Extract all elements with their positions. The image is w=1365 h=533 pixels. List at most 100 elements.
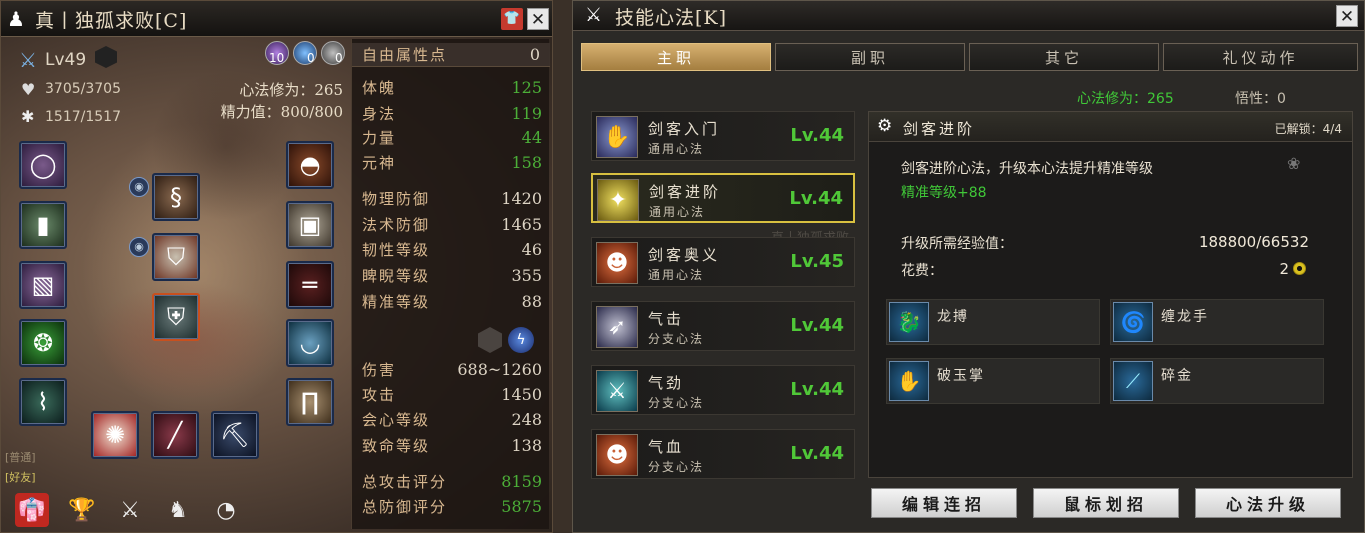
game-scene: ♟ 真丨独孤求败[C] 👕 ✕ ⚔ Lv49 ♥ 3705/3705 ✱ 151…	[0, 0, 1365, 533]
skill-xiulian: 心法修为：265	[1077, 91, 1174, 107]
tab-sub-job[interactable]: 副职	[775, 43, 965, 71]
skill-card-qiji[interactable]: ➶ 气击 分支心法 Lv.44	[591, 301, 855, 351]
equip-slot-pickaxe[interactable]: ⛏	[211, 411, 259, 459]
skill-close-button[interactable]: ✕	[1336, 5, 1358, 27]
stat-label: 会心等级	[362, 410, 431, 429]
mp-value: 1517/1517	[45, 109, 121, 125]
outfit-icon[interactable]: 👕	[501, 8, 523, 30]
stat-value: 688~1260	[457, 359, 542, 379]
skill-window: ⚔ 技能心法[K] ✕ 主职 副职 其它 礼仪动作 心法修为：265 悟性：0 …	[572, 0, 1365, 533]
exp-label: 升级所需经验值：	[901, 236, 1013, 252]
gear-icon: ⚙	[877, 116, 893, 136]
stat-label: 总防御评分	[362, 497, 448, 516]
trophy-icon[interactable]: 🏆	[65, 493, 99, 527]
character-close-button[interactable]: ✕	[527, 8, 549, 30]
xiulian-line: 心法修为：265	[191, 79, 343, 100]
edit-combo-button[interactable]: 编辑连招	[871, 488, 1017, 518]
equip-slot-hat[interactable]: ✺	[91, 411, 139, 459]
skill-level: Lv.44	[790, 443, 844, 464]
mouse-gesture-button[interactable]: 鼠标划招	[1033, 488, 1179, 518]
stat-value: 1420	[501, 188, 542, 208]
skill-type: 通用心法	[649, 205, 706, 219]
stat-value: 1465	[501, 214, 542, 234]
tab-main-job[interactable]: 主职	[581, 43, 771, 71]
skill-titlebar[interactable]: ⚔ 技能心法[K] ✕	[573, 1, 1364, 31]
gray-hex-icon[interactable]	[478, 327, 502, 353]
heart-icon: ♥	[21, 80, 36, 99]
equip-slot-armor[interactable]: ⛨	[152, 293, 200, 341]
free-points-label: 自由属性点	[362, 46, 448, 64]
skill-card-jinjie[interactable]: ✦ 剑客进阶 通用心法 Lv.44	[591, 173, 855, 223]
free-points-row: 自由属性点 0	[352, 43, 550, 67]
skill-detail-panel: ⚙ 剑客进阶 已解锁：4/4 剑客进阶心法，升级本心法提升精准等级 ❀ 精准等级…	[868, 111, 1353, 478]
skill-card-rumen[interactable]: ✋ 剑客入门 通用心法 Lv.44	[591, 111, 855, 161]
move-slot-suijin[interactable]: ⟋ 碎金	[1110, 358, 1324, 404]
skill-level: Lv.44	[790, 379, 844, 400]
skill-name: 气劲	[648, 374, 685, 392]
equipment-tab-icon[interactable]: 👘	[15, 493, 49, 527]
lightning-icon[interactable]: ϟ	[508, 327, 534, 353]
stat-label: 睥睨等级	[362, 266, 431, 285]
warrior-face-skill-icon: ☻	[596, 242, 638, 284]
bracer-icon: ▮	[36, 211, 50, 239]
equip-slot-pants[interactable]: ∏	[286, 378, 334, 426]
pendant-icon: ⌇	[37, 388, 49, 416]
necklace-icon: ◡	[299, 329, 321, 357]
skill-wuxing: 悟性：0	[1235, 91, 1286, 107]
character-titlebar[interactable]: ♟ 真丨独孤求败[C] 👕 ✕	[1, 1, 552, 37]
show-appearance-toggle-1[interactable]: ◉	[129, 177, 149, 197]
timer-icon[interactable]: ◔	[209, 493, 243, 527]
stat-label: 攻击	[362, 385, 397, 404]
skill-name: 气血	[648, 438, 685, 456]
stat-label: 伤害	[362, 360, 397, 379]
equip-slot-jade[interactable]: ❂	[19, 319, 67, 367]
skill-level: Lv.44	[790, 125, 844, 146]
equip-slot-chest[interactable]: ▣	[286, 201, 334, 249]
show-appearance-toggle-2[interactable]: ◉	[129, 237, 149, 257]
equip-slot-bracelet[interactable]: ◯	[19, 141, 67, 189]
whip-icon: §	[170, 183, 182, 211]
equip-slot-belt[interactable]: ═	[286, 261, 334, 309]
skill-card-qijin[interactable]: ⚔ 气劲 分支心法 Lv.44	[591, 365, 855, 415]
equip-slot-necklace[interactable]: ◡	[286, 319, 334, 367]
blood-face-skill-icon: ☻	[596, 434, 638, 476]
stat-row-liliang: 力量 44	[362, 125, 542, 149]
equip-slot-whip[interactable]: §	[152, 173, 200, 221]
equip-slot-bracer[interactable]: ▮	[19, 201, 67, 249]
move-slot-chanlongshou[interactable]: 🌀 缠龙手	[1110, 299, 1324, 345]
equip-slot-sword[interactable]: ╱	[151, 411, 199, 459]
stat-value: 248	[511, 409, 542, 429]
equip-slot-helm[interactable]: ◓	[286, 141, 334, 189]
skill-card-aoyi[interactable]: ☻ 剑客奥义 通用心法 Lv.45	[591, 237, 855, 287]
move-slot-longbo[interactable]: 🐉 龙搏	[886, 299, 1100, 345]
crossed-swords-icon[interactable]: ⚔	[113, 493, 147, 527]
horse-icon[interactable]: ♞	[161, 493, 195, 527]
sword-strike-skill-icon: ⚔	[596, 370, 638, 412]
stat-value: 158	[511, 152, 542, 172]
character-window: ♟ 真丨独孤求败[C] 👕 ✕ ⚔ Lv49 ♥ 3705/3705 ✱ 151…	[0, 0, 553, 533]
stat-row-attack-score: 总攻击评分 8159	[362, 469, 542, 493]
stat-label: 体魄	[362, 78, 397, 97]
stat-value: 88	[521, 291, 542, 311]
bracelet-icon: ◯	[29, 151, 57, 179]
tab-other[interactable]: 其它	[969, 43, 1159, 71]
belt-icon: ═	[302, 271, 318, 299]
stat-value: 119	[511, 103, 542, 123]
sword-icon: ╱	[167, 421, 183, 449]
equip-slot-pendant[interactable]: ⌇	[19, 378, 67, 426]
skill-card-qixue[interactable]: ☻ 气血 分支心法 Lv.44	[591, 429, 855, 479]
upgrade-skill-button[interactable]: 心法升级	[1195, 488, 1341, 518]
cost-label: 花费：	[901, 263, 943, 279]
stat-label: 物理防御	[362, 189, 431, 208]
equip-slot-skirt[interactable]: ⛉	[152, 233, 200, 281]
equip-slot-wrist[interactable]: ▧	[19, 261, 67, 309]
chat-channel-friend[interactable]: [好友]	[5, 469, 36, 485]
stat-label: 韧性等级	[362, 240, 431, 259]
tab-etiquette[interactable]: 礼仪动作	[1163, 43, 1358, 71]
move-slot-poyuzhang[interactable]: ✋ 破玉掌	[886, 358, 1100, 404]
paw-icon[interactable]: ❀	[1287, 154, 1300, 173]
chat-channel-normal[interactable]: [普通]	[5, 449, 36, 465]
skill-type: 分支心法	[648, 396, 705, 410]
skill-type: 通用心法	[648, 268, 705, 282]
stat-row-defense-score: 总防御评分 5875	[362, 494, 542, 518]
